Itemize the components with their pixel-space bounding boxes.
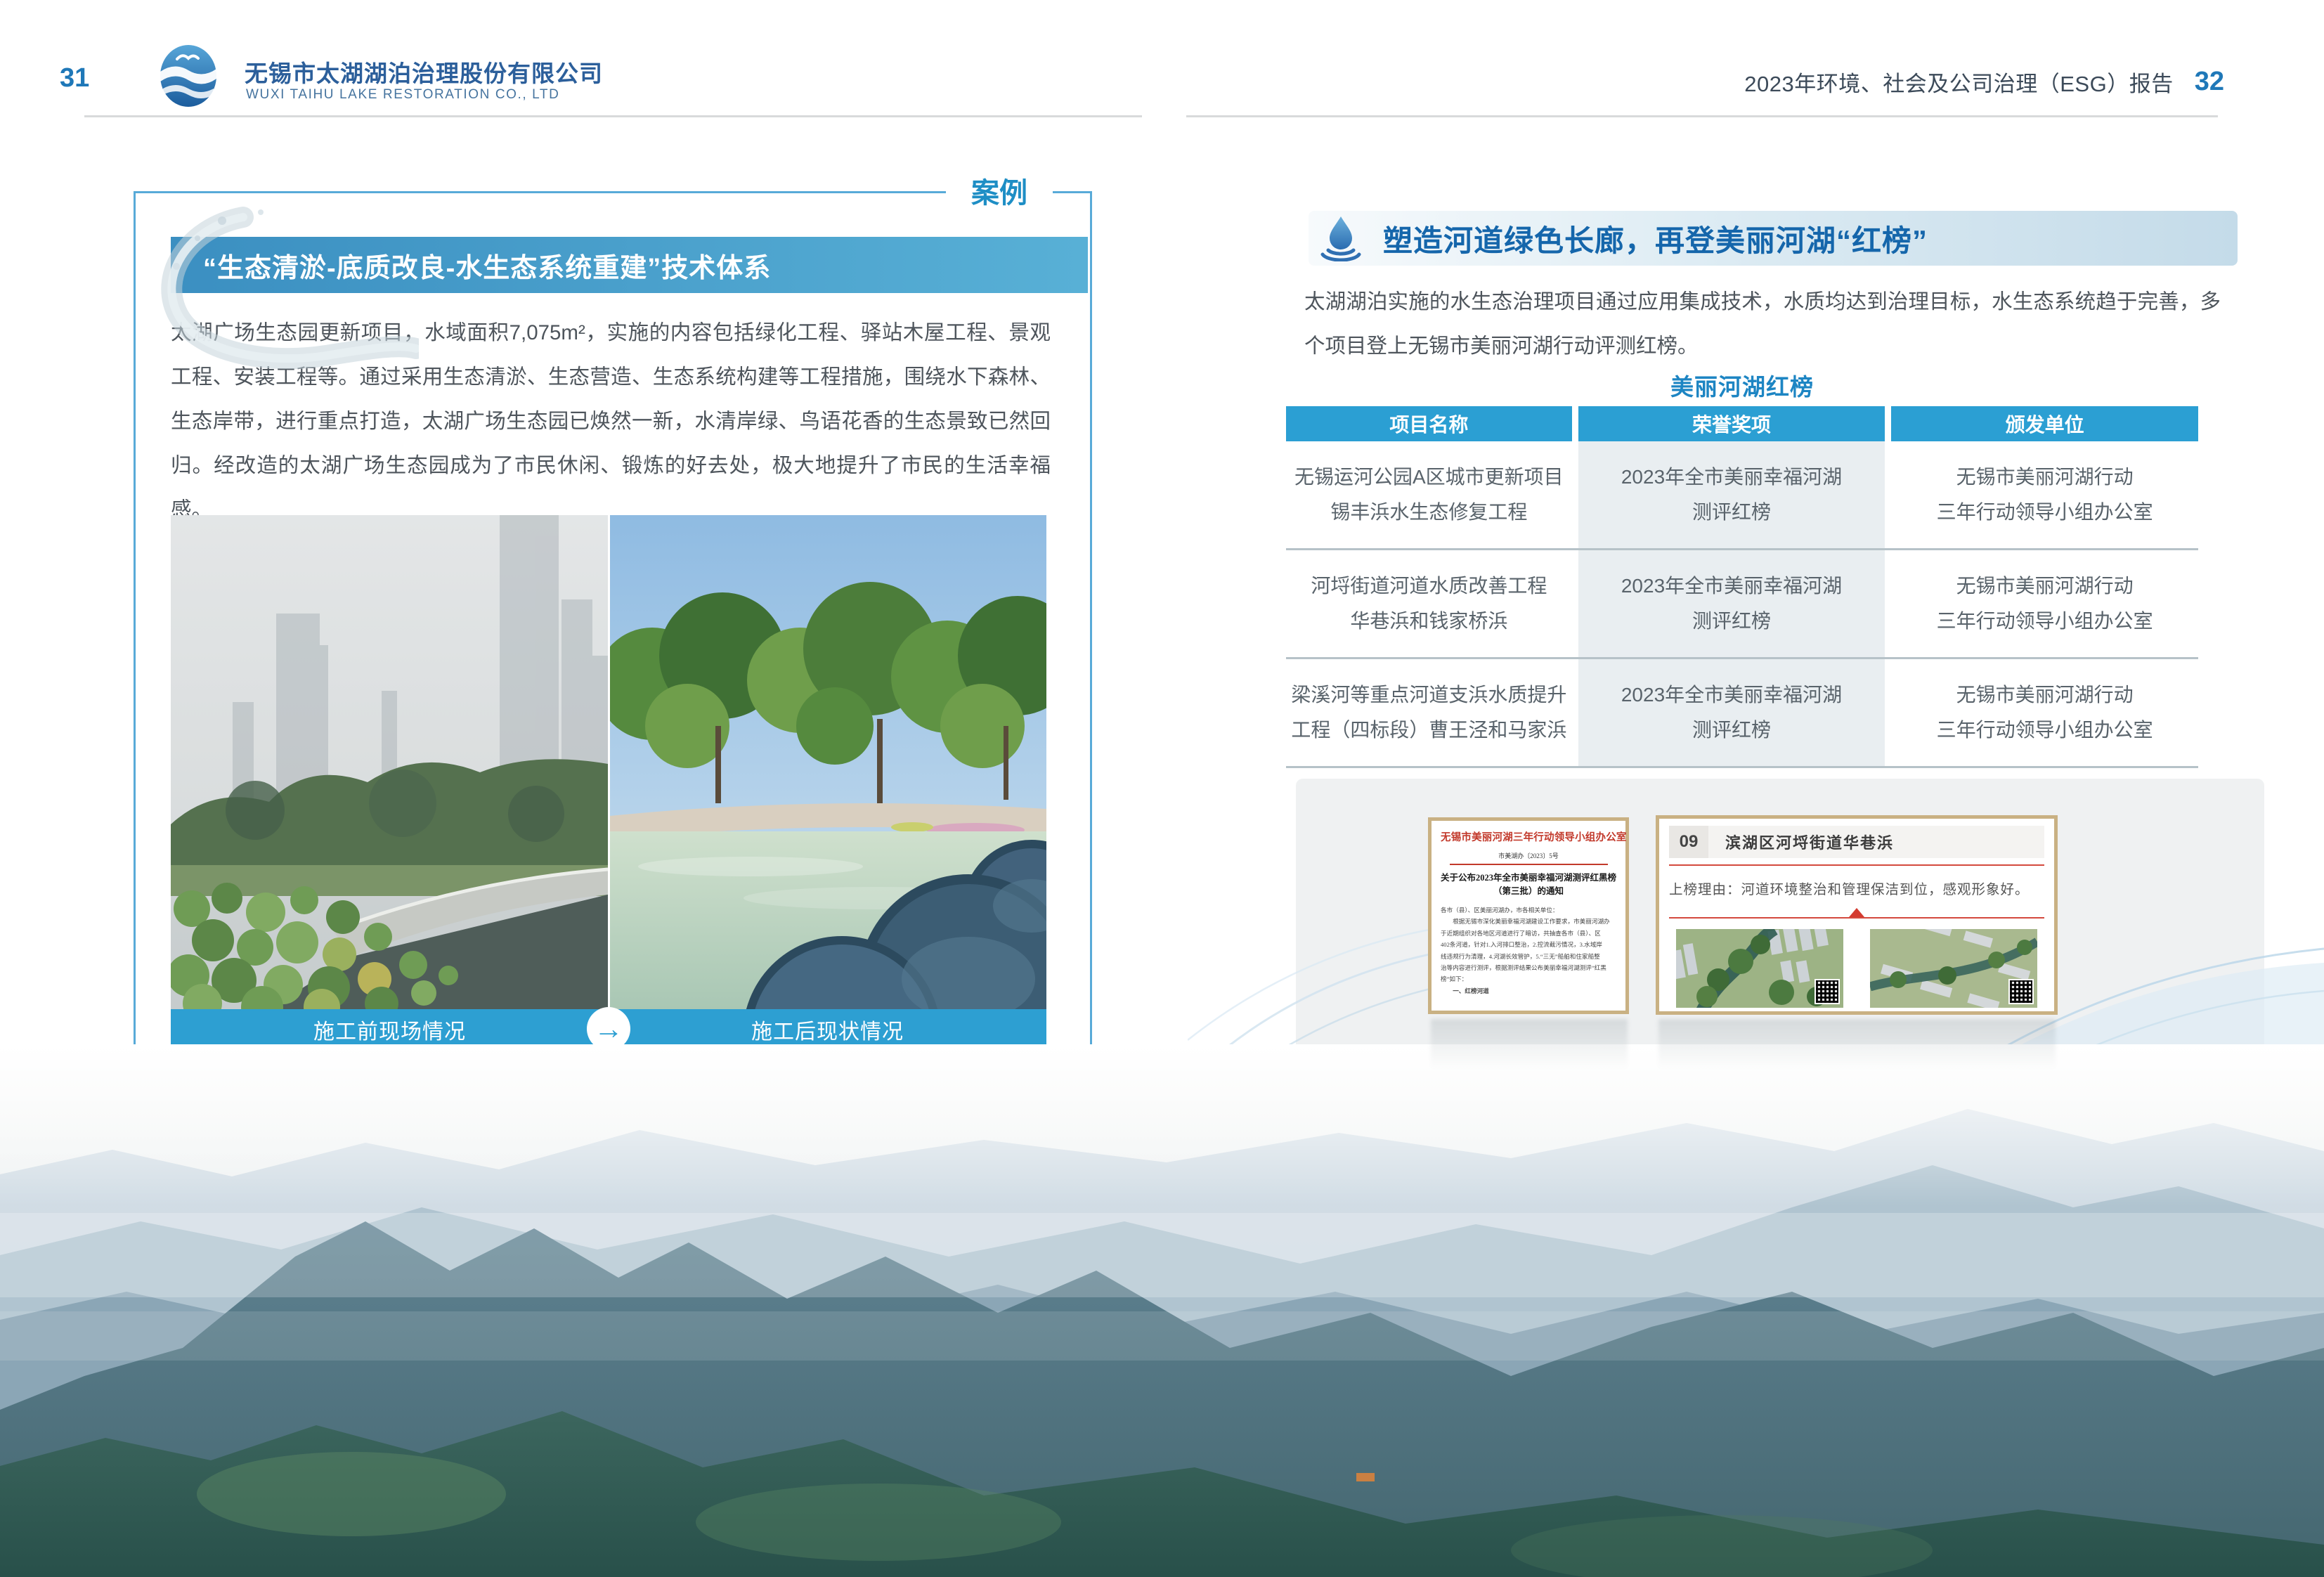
page-number-right: 32 (2195, 67, 2224, 97)
red-divider (1669, 917, 2044, 919)
triangle-up-icon (1849, 908, 1864, 917)
header-divider-left (84, 115, 1142, 117)
cell-award: 2023年全市美丽幸福河湖 测评红榜 (1578, 659, 1885, 766)
award-photos (1669, 929, 2044, 1008)
red-list-table: 项目名称 荣誉奖项 颁发单位 无锡运河公园A区城市更新项目 锡丰浜水生态修复工程… (1286, 406, 2198, 768)
award-reason: 上榜理由：河道环境整治和管理保洁到位，感观形象好。 (1669, 878, 2044, 898)
cell-project: 无锡运河公园A区城市更新项目 锡丰浜水生态修复工程 (1286, 441, 1572, 548)
cell-issuer: 无锡市美丽河湖行动 三年行动领导小组办公室 (1891, 659, 2198, 766)
certificate-notice: 无锡市美丽河湖三年行动领导小组办公室 市美湖办〔2023〕5号 关于公布2023… (1428, 817, 1629, 1014)
notice-body-line: 线违规行为清理，4.河湖长效管护，5.“三无”船舶和住家船整 (1441, 951, 1616, 962)
cell-line: 三年行动领导小组办公室 (1937, 604, 2153, 639)
aerial-photo (1870, 929, 2037, 1008)
table-header-issuer: 颁发单位 (1891, 406, 2198, 441)
cell-issuer: 无锡市美丽河湖行动 三年行动领导小组办公室 (1891, 550, 2198, 657)
red-rule (1669, 864, 2044, 866)
cell-line: 华巷浜和钱家桥浜 (1350, 604, 1507, 639)
cell-line: 无锡市美丽河湖行动 (1956, 569, 2134, 604)
notice-body-line: 榜”如下： (1441, 973, 1616, 985)
company-logo-icon (159, 44, 218, 108)
cell-line: 测评红榜 (1692, 495, 1771, 530)
aerial-photo (1676, 929, 1843, 1008)
case-body-text: 太湖广场生态园更新项目，水域面积7,075m²，实施的内容包括绿化工程、驿站木屋… (171, 311, 1051, 532)
section-title: 塑造河道绿色长廊，再登美丽河湖“红榜” (1383, 217, 1928, 260)
mountain-landscape-photo (0, 1044, 2324, 1577)
red-rule (1450, 864, 1608, 865)
caption-after: 施工后现状情况 (609, 1009, 1046, 1049)
case-badge: 案例 (946, 170, 1053, 211)
section-intro-text: 太湖湖泊实施的水生态治理项目通过应用集成技术，水质均达到治理目标，水生态系统趋于… (1304, 280, 2221, 368)
company-name-cn: 无锡市太湖湖泊治理股份有限公司 (245, 55, 603, 89)
photo-after-construction (610, 515, 1046, 1009)
row-divider (1286, 766, 2198, 768)
cell-line: 2023年全市美丽幸福河湖 (1621, 677, 1842, 713)
notice-body-line: 于近期组织对各地区河道进行了暗访，共抽查各市（县）、区 (1441, 928, 1616, 939)
report-title: 2023年环境、社会及公司治理（ESG）报告 (1744, 66, 2173, 98)
cell-line: 三年行动领导小组办公室 (1937, 495, 2153, 530)
certificate-reflection (1658, 1019, 2056, 1070)
arrow-right-icon: → (587, 1007, 630, 1051)
qr-code-icon (1815, 979, 1840, 1004)
section-title-bar: 塑造河道绿色长廊，再登美丽河湖“红榜” (1309, 211, 2238, 266)
cell-line: 测评红榜 (1692, 604, 1771, 639)
cell-award: 2023年全市美丽幸福河湖 测评红榜 (1578, 441, 1885, 548)
table-row: 梁溪河等重点河道支浜水质提升 工程（四标段）曹王泾和马家浜 2023年全市美丽幸… (1286, 659, 2198, 766)
caption-before: 施工前现场情况 (171, 1009, 609, 1049)
notice-body-line: 402条河道，针对1.入河排口整治，2.控流截污情况，3.水域岸 (1441, 939, 1616, 950)
cell-line: 锡丰浜水生态修复工程 (1330, 495, 1527, 530)
photo-before-construction (171, 515, 608, 1009)
table-title: 美丽河湖红榜 (1286, 368, 2198, 402)
case-title-bar: “生态清淤-底质改良-水生态系统重建”技术体系 (171, 237, 1088, 293)
certificate-award: 09 滨湖区河埒街道华巷浜 上榜理由：河道环境整治和管理保洁到位，感观形象好。 (1656, 815, 2058, 1015)
cell-line: 2023年全市美丽幸福河湖 (1621, 460, 1842, 495)
case-title: “生态清淤-底质改良-水生态系统重建”技术体系 (203, 246, 771, 285)
company-name-en: WUXI TAIHU LAKE RESTORATION CO., LTD (246, 87, 559, 103)
cell-issuer: 无锡市美丽河湖行动 三年行动领导小组办公室 (1891, 441, 2198, 548)
table-row: 无锡运河公园A区城市更新项目 锡丰浜水生态修复工程 2023年全市美丽幸福河湖 … (1286, 441, 2198, 548)
header-divider-right (1186, 115, 2218, 117)
esg-report-spread: 31 无锡市太湖湖泊治理股份有限公司 WUXI TAIHU LAKE RESTO… (0, 0, 2324, 1577)
cell-award: 2023年全市美丽幸福河湖 测评红榜 (1578, 550, 1885, 657)
cell-line: 工程（四标段）曹王泾和马家浜 (1291, 713, 1566, 748)
page-number-left: 31 (60, 63, 89, 93)
cell-project: 梁溪河等重点河道支浜水质提升 工程（四标段）曹王泾和马家浜 (1286, 659, 1572, 766)
cell-line: 三年行动领导小组办公室 (1937, 713, 2153, 748)
table-header-award: 荣誉奖项 (1578, 406, 1885, 441)
award-title: 滨湖区河埒街道华巷浜 (1725, 831, 1894, 853)
table-row: 河埒街道河道水质改善工程 华巷浜和钱家桥浜 2023年全市美丽幸福河湖 测评红榜… (1286, 550, 2198, 657)
water-drop-icon (1320, 215, 1362, 261)
table-header-project: 项目名称 (1286, 406, 1572, 441)
qr-code-icon (2008, 979, 2034, 1004)
notice-body-line: 各市（县）、区美丽河湖办，市各相关单位： (1441, 904, 1616, 916)
certificate-reflection (1431, 1019, 1628, 1070)
notice-body-line: 一、红榜河道 (1441, 985, 1616, 997)
table-header-row: 项目名称 荣誉奖项 颁发单位 (1286, 406, 2198, 441)
cell-line: 梁溪河等重点河道支浜水质提升 (1291, 677, 1566, 713)
award-number: 09 (1669, 826, 1708, 858)
award-header: 09 滨湖区河埒街道华巷浜 (1669, 826, 2044, 858)
report-header-right: 2023年环境、社会及公司治理（ESG）报告 32 (1744, 66, 2224, 98)
cell-line: 2023年全市美丽幸福河湖 (1621, 569, 1842, 604)
notice-title: 无锡市美丽河湖三年行动领导小组办公室 (1441, 829, 1616, 844)
notice-doc-number: 市美湖办〔2023〕5号 (1441, 851, 1616, 860)
cell-line: 河埒街道河道水质改善工程 (1311, 569, 1547, 604)
cell-line: 无锡市美丽河湖行动 (1956, 460, 2134, 495)
notice-subject: 关于公布2023年全市美丽幸福河湖测评红黑榜（第三批）的通知 (1441, 871, 1616, 898)
cell-line: 无锡运河公园A区城市更新项目 (1294, 460, 1564, 495)
notice-body-line: 根据无锡市深化美丽幸福河湖建设工作要求，市美丽河湖办 (1441, 916, 1616, 927)
notice-body-line: 治等内容进行测评，根据测评结果公布美丽幸福河湖测评“红黑 (1441, 962, 1616, 973)
notice-body: 各市（县）、区美丽河湖办，市各相关单位： 根据无锡市深化美丽幸福河湖建设工作要求… (1441, 904, 1616, 997)
cell-project: 河埒街道河道水质改善工程 华巷浜和钱家桥浜 (1286, 550, 1572, 657)
cell-line: 测评红榜 (1692, 713, 1771, 748)
cell-line: 无锡市美丽河湖行动 (1956, 677, 2134, 713)
